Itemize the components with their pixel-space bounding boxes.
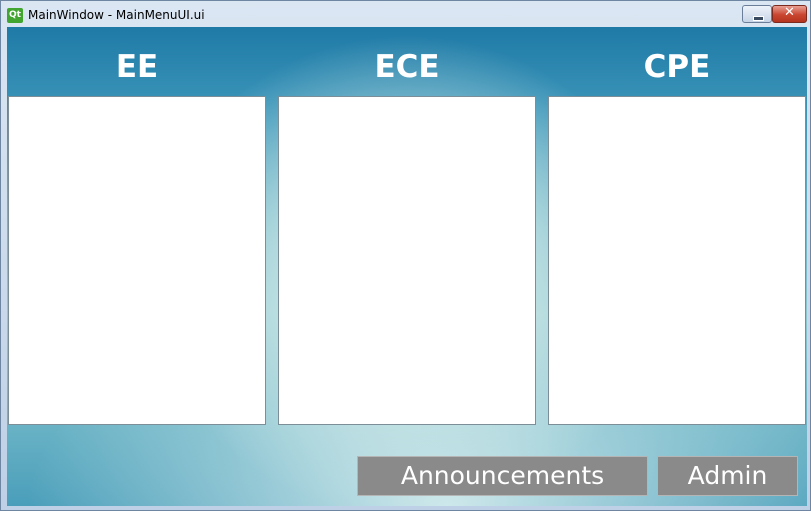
admin-button[interactable]: Admin [657, 456, 798, 496]
ece-list[interactable] [278, 96, 536, 425]
ee-list[interactable] [8, 96, 266, 425]
minimize-icon [753, 16, 764, 21]
main-content: EE ECE CPE Announcements Admin [7, 27, 807, 506]
main-window: Qt MainWindow - MainMenuUI.ui ✕ EE ECE C… [0, 0, 811, 511]
close-icon: ✕ [784, 5, 795, 20]
qt-app-icon: Qt [7, 8, 23, 23]
announcements-button[interactable]: Announcements [357, 456, 648, 496]
window-title: MainWindow - MainMenuUI.ui [28, 8, 205, 22]
title-bar[interactable]: Qt MainWindow - MainMenuUI.ui ✕ [1, 1, 811, 27]
close-button[interactable]: ✕ [772, 5, 807, 23]
cpe-list[interactable] [548, 96, 806, 425]
ece-heading: ECE [374, 49, 440, 85]
cpe-heading: CPE [643, 49, 711, 85]
ee-heading: EE [115, 49, 159, 85]
minimize-button[interactable] [742, 5, 772, 23]
